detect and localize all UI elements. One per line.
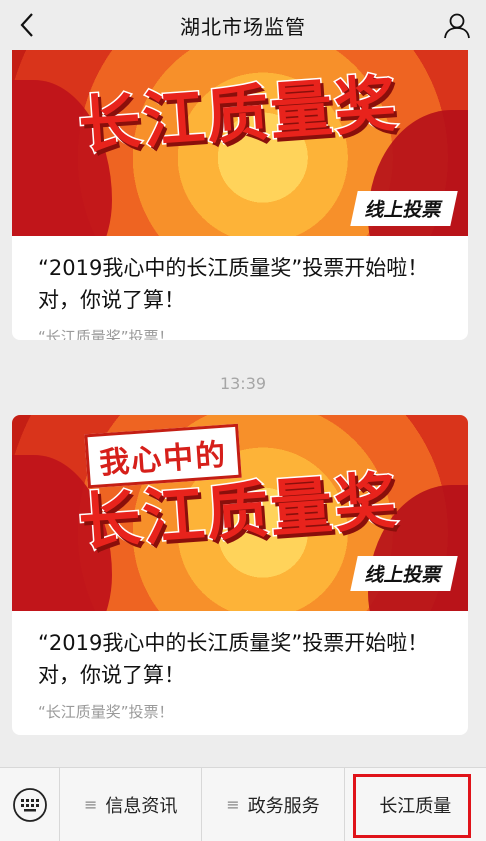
banner-tag: 线上投票 [350,191,458,226]
menu-item-info[interactable]: ≡ 信息资讯 [60,768,203,841]
message-timestamp: 13:39 [219,374,267,393]
keyboard-icon [12,787,47,822]
article-banner-image: 长江质量奖 线上投票 [12,50,468,236]
article-title: “2019我心中的长江质量奖”投票开始啦！对，你说了算！ [38,256,429,312]
message-list[interactable]: 长江质量奖 线上投票 “2019我心中的长江质量奖”投票开始啦！对，你说了算！ … [0,50,486,766]
chevron-left-icon [20,13,33,37]
article-source: “长江质量奖”投票！ [38,703,174,721]
menu-item-services[interactable]: ≡ 政务服务 [202,768,345,841]
top-nav-bar: 湖北市场监管 [0,0,486,50]
profile-button[interactable] [440,8,474,42]
article-banner-image: 我心中的 长江质量奖 线上投票 [12,415,468,611]
article-card[interactable]: 长江质量奖 线上投票 “2019我心中的长江质量奖”投票开始啦！对，你说了算！ … [12,50,468,340]
keyboard-toggle-button[interactable] [0,768,60,841]
banner-tag: 线上投票 [350,556,458,591]
menu-lines-icon: ≡ [226,795,240,814]
banner-main-text: 长江质量奖 [75,65,402,163]
article-title: “2019我心中的长江质量奖”投票开始啦！对，你说了算！ [38,631,429,687]
article-source: “长江质量奖”投票！ [38,328,174,340]
person-icon [444,13,470,39]
article-card[interactable]: 我心中的 长江质量奖 线上投票 “2019我心中的长江质量奖”投票开始啦！对，你… [12,415,468,735]
menu-lines-icon: ≡ [83,795,98,814]
page-title: 湖北市场监管 [180,14,306,39]
menu-item-label: 信息资讯 [105,795,178,817]
menu-item-label: 政务服务 [247,795,320,817]
back-button[interactable] [10,8,44,42]
highlight-box [353,774,471,838]
